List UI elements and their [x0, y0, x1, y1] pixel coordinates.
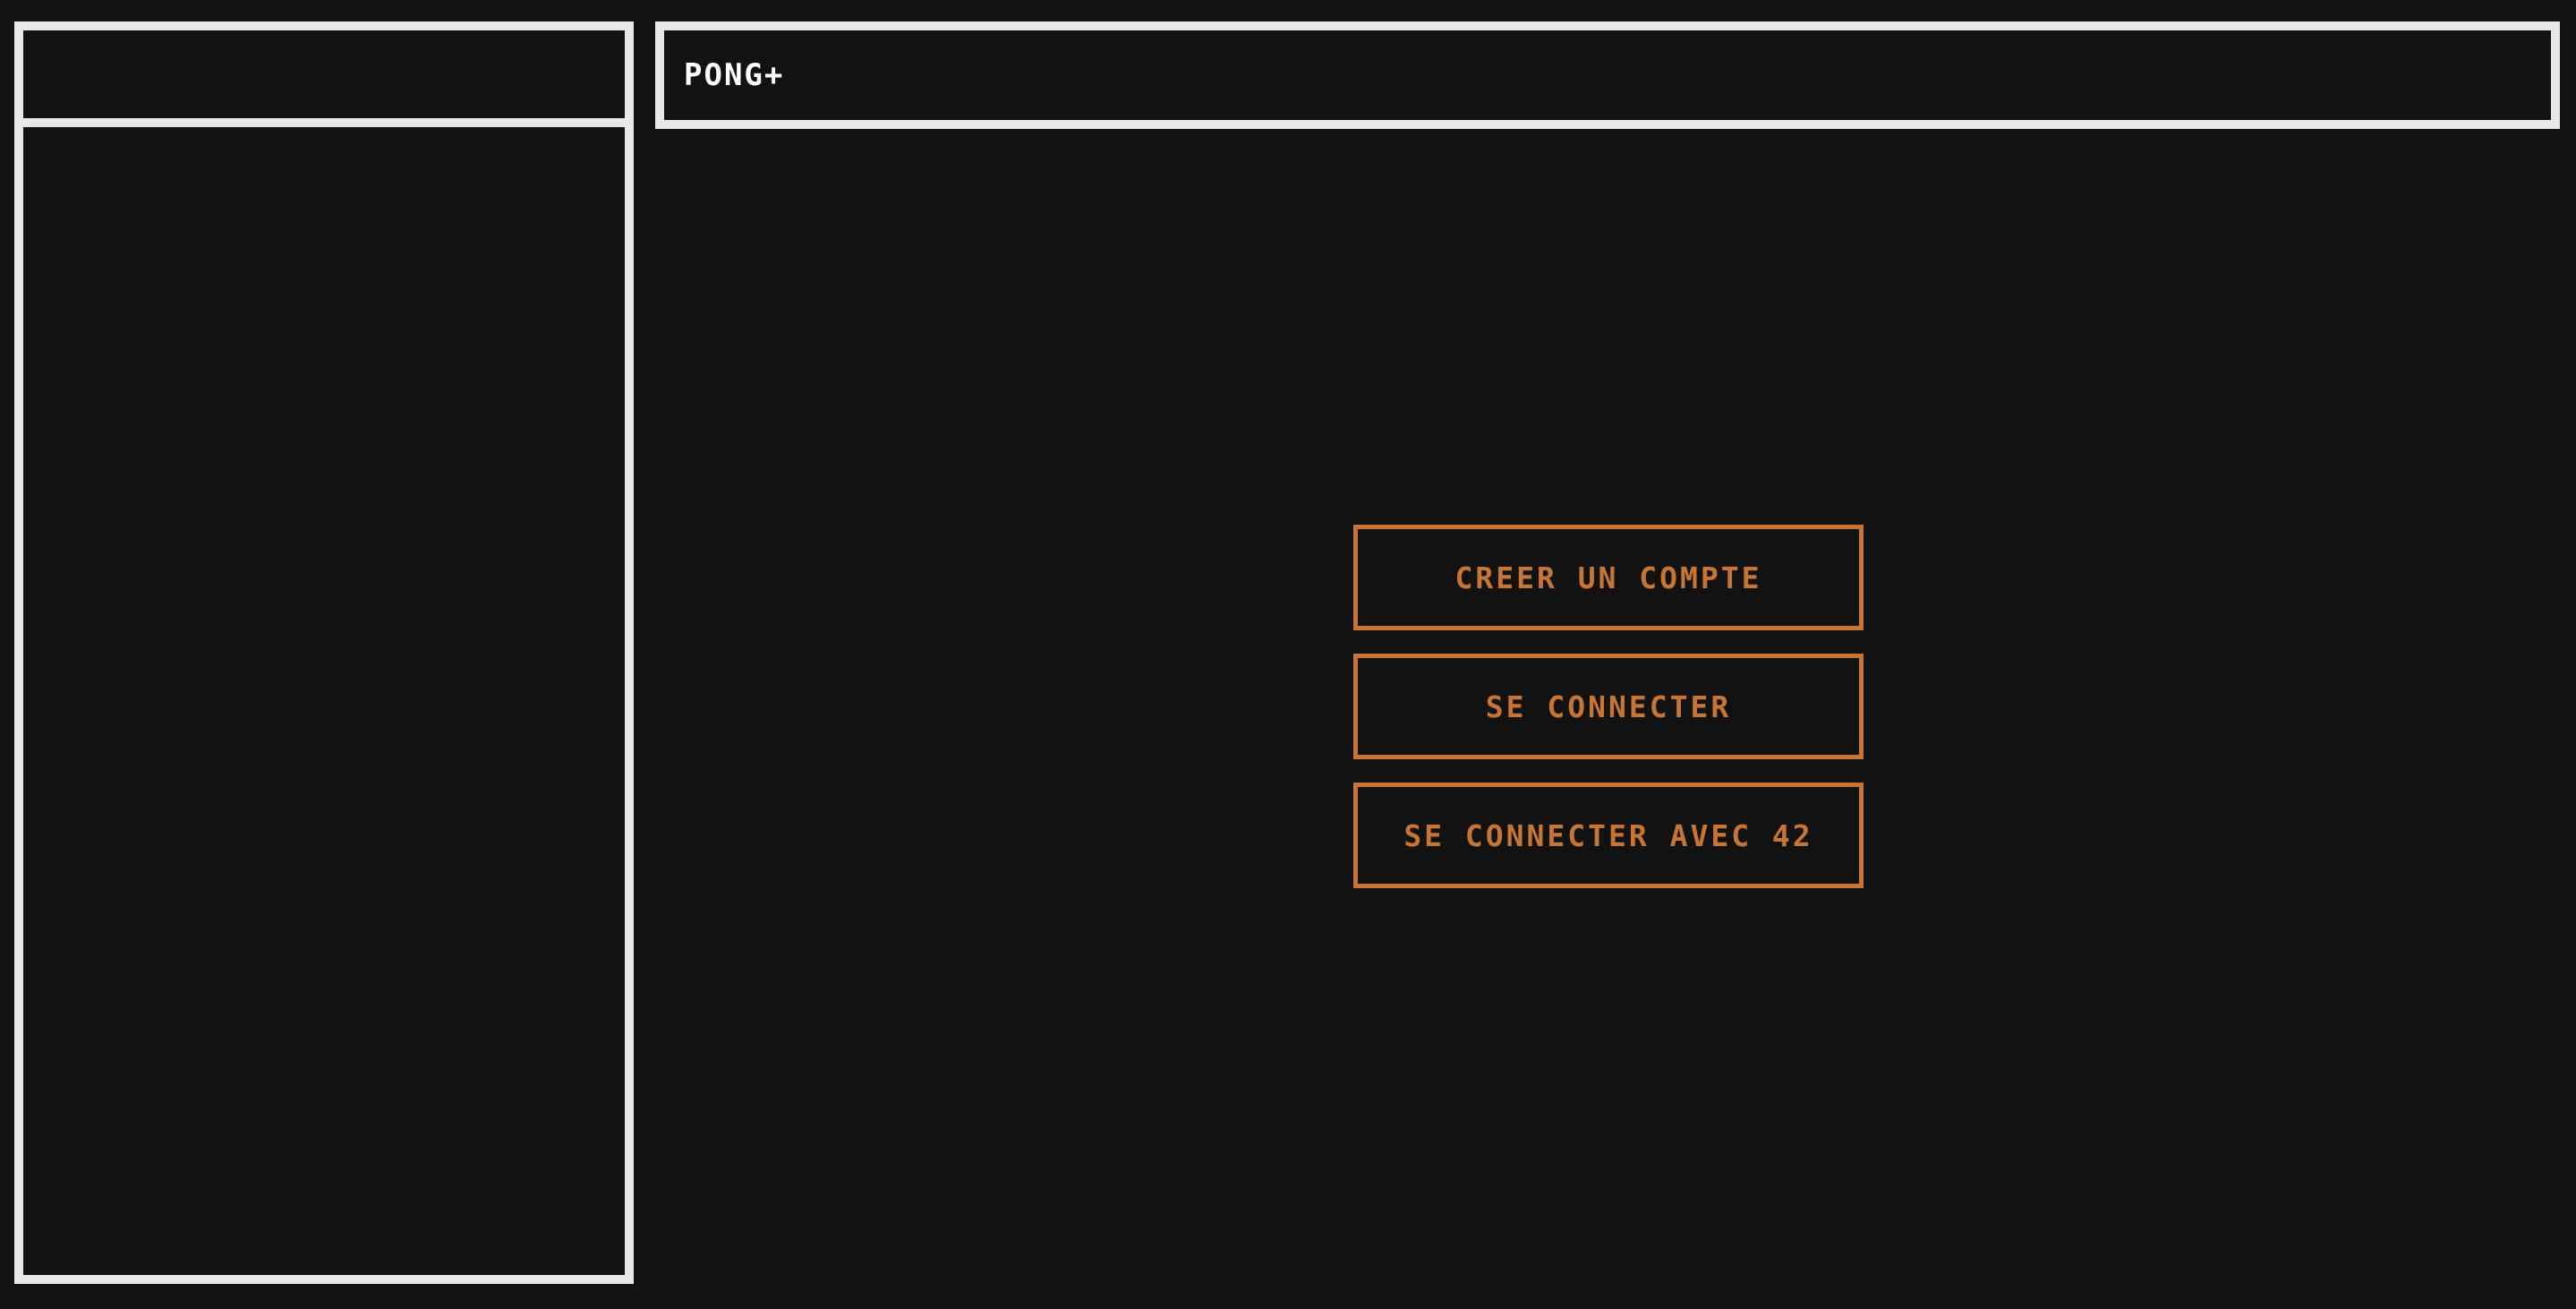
top-bar: PONG+ [655, 21, 2560, 129]
login-button[interactable]: SE CONNECTER [1353, 654, 1864, 759]
sidebar-panel [14, 118, 634, 1284]
app-title[interactable]: PONG+ [684, 57, 784, 93]
sidebar-header [14, 21, 634, 127]
login-with-42-button[interactable]: SE CONNECTER AVEC 42 [1353, 783, 1864, 888]
create-account-button[interactable]: CREER UN COMPTE [1353, 525, 1864, 630]
auth-button-group: CREER UN COMPTE SE CONNECTER SE CONNECTE… [1353, 525, 1864, 888]
